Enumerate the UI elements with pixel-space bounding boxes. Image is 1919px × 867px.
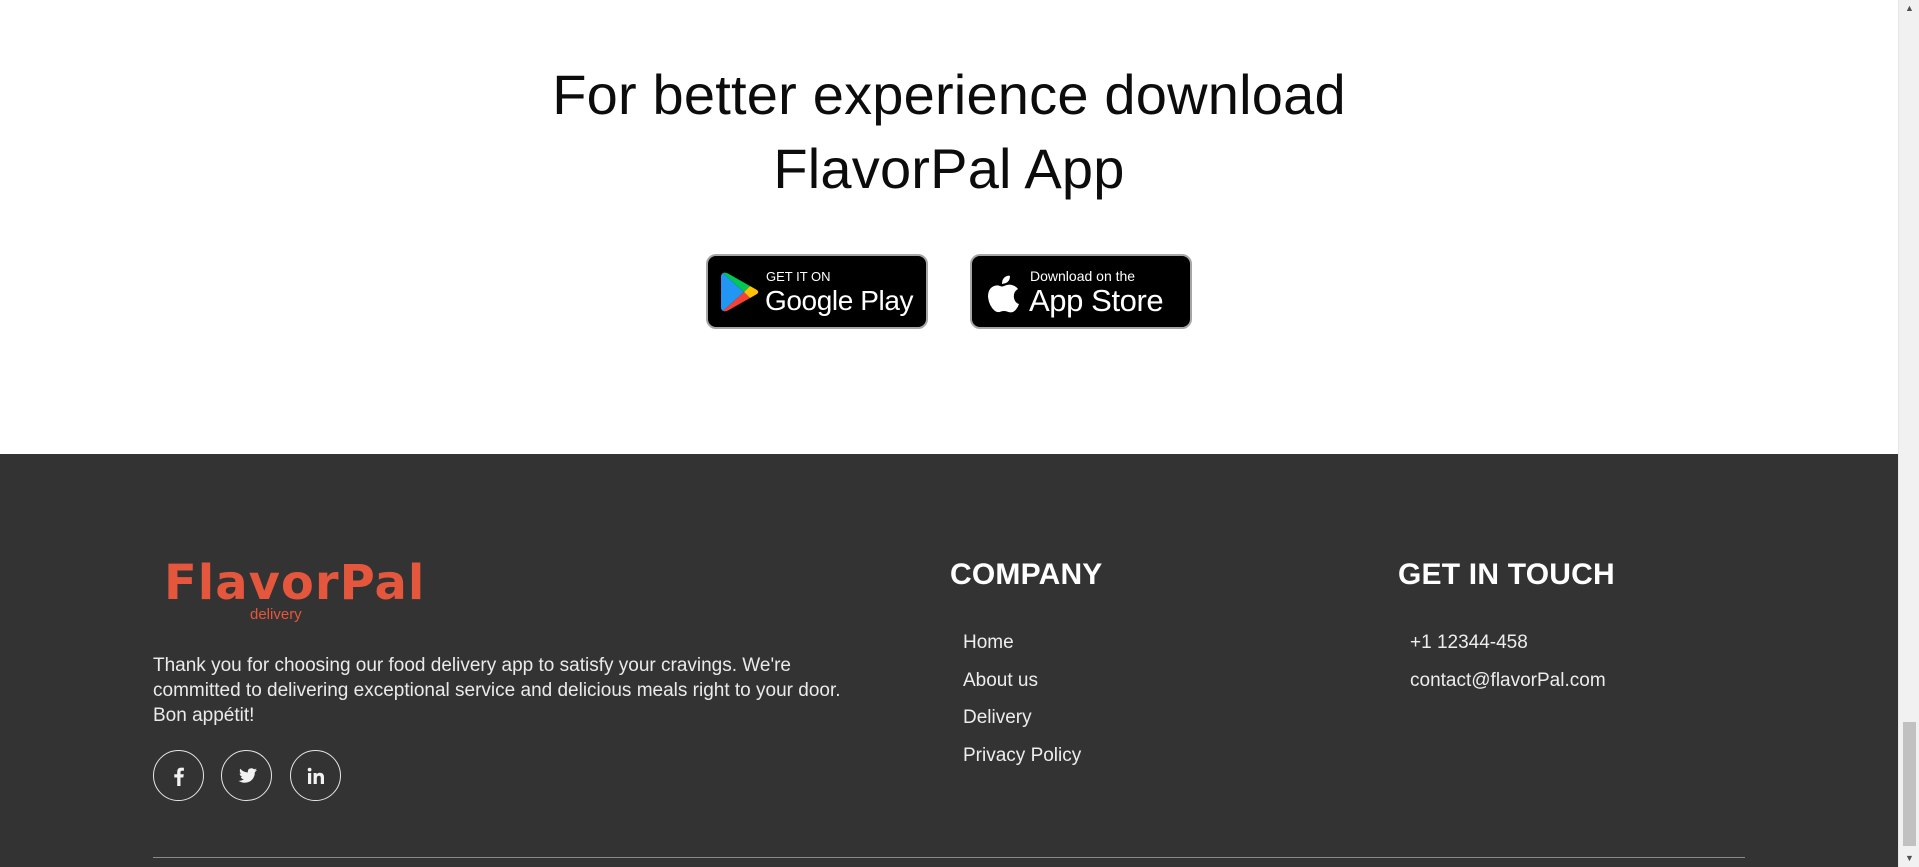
footer-logo[interactable]: FlavorPal delivery [164,556,424,623]
contact-email[interactable]: contact@flavorPal.com [1410,669,1606,693]
scroll-up-arrow-icon[interactable]: ▲ [1904,3,1915,14]
linkedin-icon [307,767,324,784]
download-title-line-2: FlavorPal App [773,137,1125,200]
footer-about-text: Thank you for choosing our food delivery… [153,655,841,726]
vertical-scrollbar[interactable]: ▲ ▼ [1898,0,1919,867]
logo-tagline: delivery [250,606,302,623]
footer-link-about-us[interactable]: About us [963,669,1038,693]
logo-name: FlavorPal [164,555,426,611]
twitter-icon [238,767,257,783]
google-play-button[interactable]: GET IT ON Google Play [706,254,928,329]
twitter-link[interactable] [221,750,272,801]
footer-link-privacy-policy[interactable]: Privacy Policy [963,744,1081,768]
scroll-down-arrow-icon[interactable]: ▼ [1904,853,1915,864]
app-store-small-text: Download on the [1030,268,1136,284]
page: For better experience download FlavorPal… [0,0,1898,867]
footer: FlavorPal delivery Thank you for choosin… [0,454,1898,867]
google-play-big-text: Google Play [765,285,914,316]
download-section: For better experience download FlavorPal… [0,0,1898,454]
footer-link-delivery[interactable]: Delivery [963,706,1032,730]
google-play-small-text: GET IT ON [766,269,831,284]
download-title: For better experience download FlavorPal… [0,58,1898,206]
apple-icon [988,275,1019,313]
app-store-big-text: App Store [1029,283,1164,318]
linkedin-link[interactable] [290,750,341,801]
footer-divider [153,857,1745,858]
app-store-button[interactable]: Download on the App Store [970,254,1192,329]
scrollbar-thumb[interactable] [1903,722,1916,846]
facebook-link[interactable] [153,750,204,801]
download-title-line-1: For better experience download [552,63,1346,126]
company-heading: COMPANY [950,558,1103,591]
google-play-icon [721,272,759,312]
footer-link-home[interactable]: Home [963,631,1014,655]
contact-phone[interactable]: +1 12344-458 [1410,631,1528,655]
facebook-icon [173,767,184,786]
get-in-touch-heading: GET IN TOUCH [1398,558,1615,591]
